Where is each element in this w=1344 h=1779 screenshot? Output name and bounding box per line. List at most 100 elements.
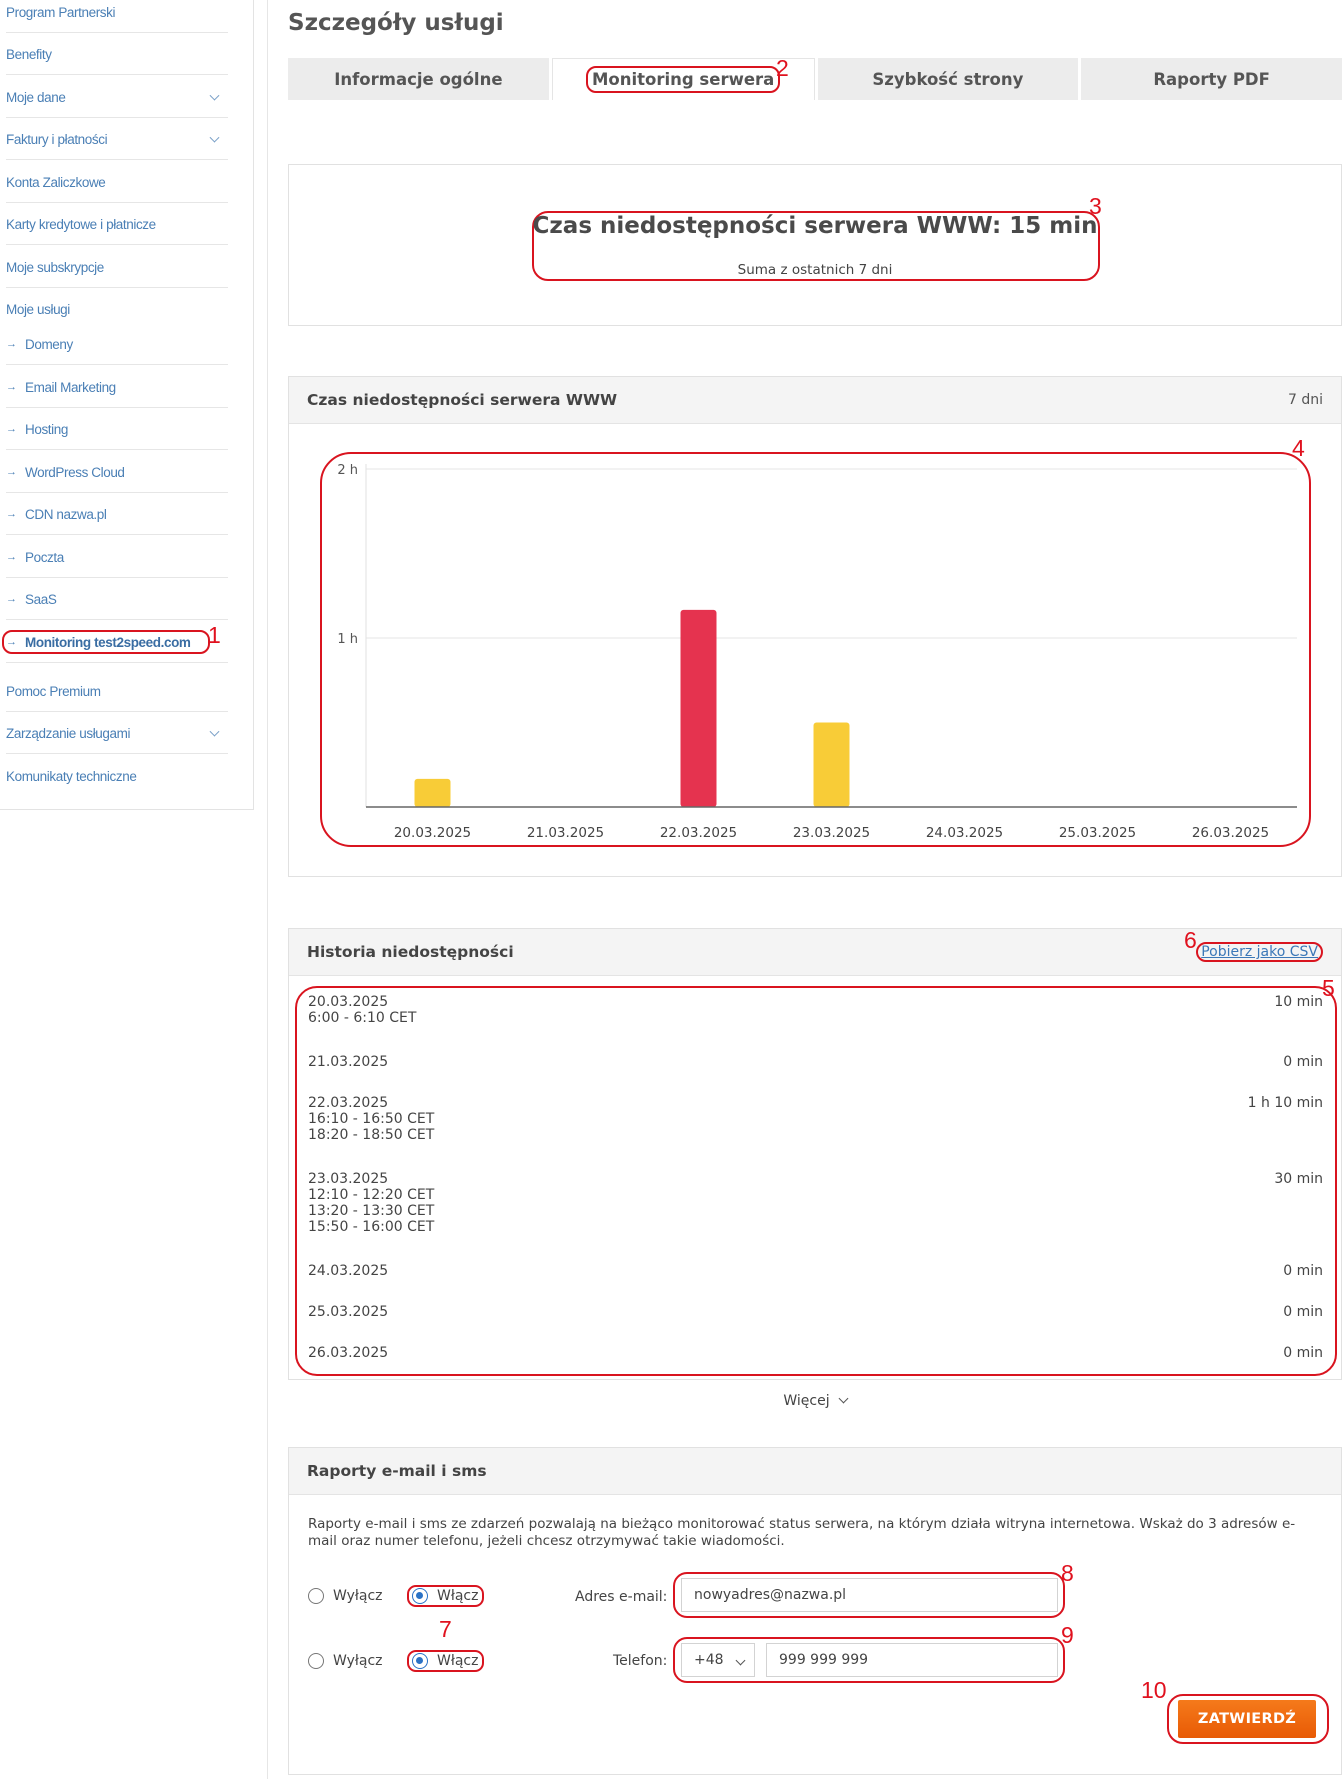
downtime-summary-subtitle: Suma z ostatnich 7 dni (737, 262, 893, 278)
history-period: 13:20 - 13:30 CET (308, 1203, 435, 1219)
chevron-down-icon (209, 132, 220, 143)
history-duration: 0 min (1283, 1054, 1323, 1070)
history-period: 6:00 - 6:10 CET (308, 1010, 417, 1026)
bar (813, 722, 850, 807)
history-date: 25.03.2025 (308, 1304, 389, 1320)
reports-title: Raporty e-mail i sms (307, 1462, 487, 1480)
sidebar-item-email-marketing[interactable]: → Email Marketing (6, 366, 228, 408)
reports-card: Raporty e-mail i sms Raporty e-mail i sm… (288, 1447, 1342, 1775)
page-title: Szczegóły usługi (288, 10, 504, 36)
annotation-marker: 3 (1089, 193, 1102, 219)
more-label: Więcej (783, 1393, 830, 1409)
annotation-marker: 5 (1322, 975, 1335, 1001)
sidebar-item-label: Moje usługi (6, 301, 70, 317)
sidebar-item-program-partnerski[interactable]: Program Partnerski (6, 0, 228, 33)
sidebar-item-hosting[interactable]: → Hosting (6, 408, 228, 450)
phone-field[interactable]: 999 999 999 (766, 1643, 1058, 1677)
annotation-marker: 1 (208, 622, 221, 648)
radio-selected-icon (412, 1653, 428, 1669)
tab-label: Informacje ogólne (334, 69, 503, 89)
history-row: 25.03.2025 0 min (308, 1304, 1323, 1320)
annotation-marker: 10 (1141, 1677, 1167, 1703)
tab-informacje-ogolne[interactable]: Informacje ogólne (288, 58, 549, 100)
tab-label: Monitoring serwera (585, 66, 781, 93)
y-tick-label: 2 h (337, 463, 358, 478)
more-button[interactable]: Więcej (288, 1393, 1342, 1409)
history-period: 15:50 - 16:00 CET (308, 1219, 435, 1235)
sidebar-item-domeny[interactable]: → Domeny (6, 323, 228, 365)
history-row: 21.03.2025 0 min (308, 1054, 1323, 1070)
history-row: 23.03.2025 12:10 - 12:20 CET 13:20 - 13:… (308, 1171, 1323, 1235)
sidebar-item-karty[interactable]: Karty kredytowe i płatnicze (6, 203, 228, 245)
chevron-down-icon (838, 1393, 849, 1404)
history-period: 16:10 - 16:50 CET (308, 1111, 435, 1127)
x-tick-label: 20.03.2025 (394, 825, 471, 841)
sidebar-item-label: Benefity (6, 46, 52, 62)
history-row: 26.03.2025 0 min (308, 1345, 1323, 1361)
chevron-down-icon (735, 1655, 746, 1666)
history-date: 24.03.2025 (308, 1263, 389, 1279)
x-tick-label: 22.03.2025 (660, 825, 737, 841)
sidebar-item-pomoc-premium[interactable]: Pomoc Premium (6, 670, 228, 712)
annotation-marker: 8 (1061, 1560, 1074, 1586)
sidebar-item-faktury[interactable]: Faktury i płatności (6, 118, 228, 160)
downtime-summary: Czas niedostępności serwera WWW: 15 min … (288, 164, 1342, 326)
email-on-radio[interactable]: Włącz (407, 1585, 485, 1607)
history-date: 26.03.2025 (308, 1345, 389, 1361)
sidebar-item-saas[interactable]: → SaaS (6, 578, 228, 620)
tab-szybkosc-strony[interactable]: Szybkość strony (817, 58, 1079, 100)
sidebar-item-konta-zaliczkowe[interactable]: Konta Zaliczkowe (6, 161, 228, 203)
sidebar-item-benefity[interactable]: Benefity (6, 33, 228, 75)
radio-icon (308, 1653, 324, 1669)
bar (680, 609, 717, 807)
sidebar-item-label: WordPress Cloud (25, 464, 125, 480)
history-duration: 30 min (1274, 1171, 1323, 1187)
history-row: 20.03.2025 6:00 - 6:10 CET 10 min (308, 994, 1323, 1026)
history-date: 23.03.2025 (308, 1171, 389, 1187)
downtime-summary-title: Czas niedostępności serwera WWW: 15 min (532, 213, 1098, 239)
history-row: 24.03.2025 0 min (308, 1263, 1323, 1279)
submit-button[interactable]: ZATWIERDŹ (1178, 1700, 1316, 1738)
radio-label: Włącz (437, 1588, 479, 1604)
sidebar-item-subskrypcje[interactable]: Moje subskrypcje (6, 246, 228, 288)
arrow-right-icon: → (6, 508, 17, 520)
history-duration: 10 min (1274, 994, 1323, 1010)
downtime-chart: 1 h 2 h 20.03.2025 21.03.2025 22.03.2025 23.0… (320, 452, 1311, 847)
arrow-right-icon: → (6, 423, 17, 435)
download-csv-link[interactable]: Pobierz jako CSV (1196, 942, 1323, 962)
history-duration: 0 min (1283, 1345, 1323, 1361)
tab-label: Szybkość strony (872, 69, 1024, 89)
sidebar-item-label: Domeny (25, 336, 73, 352)
sidebar-item-moje-dane[interactable]: Moje dane (6, 76, 228, 118)
email-off-radio[interactable]: Wyłącz (308, 1588, 383, 1604)
email-field[interactable]: nowyadres@nazwa.pl (681, 1578, 1058, 1612)
country-code-value: +48 (694, 1652, 724, 1668)
history-row: 22.03.2025 16:10 - 16:50 CET 18:20 - 18:… (308, 1095, 1323, 1143)
tab-label: Raporty PDF (1153, 69, 1270, 89)
downtime-history-card: Historia niedostępności Pobierz jako CSV… (288, 928, 1342, 1380)
radio-selected-icon (412, 1588, 428, 1604)
sms-off-radio[interactable]: Wyłącz (308, 1653, 383, 1669)
sms-on-radio[interactable]: Włącz (407, 1650, 485, 1672)
phone-label: Telefon: (613, 1653, 668, 1669)
sidebar-item-poczta[interactable]: → Poczta (6, 536, 228, 578)
tab-raporty-pdf[interactable]: Raporty PDF (1081, 58, 1342, 100)
history-date: 21.03.2025 (308, 1054, 389, 1070)
sidebar-item-label: CDN nazwa.pl (25, 506, 107, 522)
chart-card-header: Czas niedostępności serwera WWW 7 dni (289, 377, 1341, 424)
sidebar-item-komunikaty[interactable]: Komunikaty techniczne (6, 755, 228, 797)
x-tick-label: 24.03.2025 (926, 825, 1003, 841)
sidebar-item-wordpress-cloud[interactable]: → WordPress Cloud (6, 451, 228, 493)
bar (414, 778, 451, 807)
chevron-down-icon (209, 90, 220, 101)
sidebar-item-label: Komunikaty techniczne (6, 768, 137, 784)
x-tick-label: 26.03.2025 (1192, 825, 1269, 841)
history-date: 22.03.2025 (308, 1095, 389, 1111)
history-duration: 1 h 10 min (1247, 1095, 1323, 1111)
arrow-right-icon: → (6, 381, 17, 393)
country-code-select[interactable]: +48 (681, 1643, 755, 1677)
sidebar-item-cdn[interactable]: → CDN nazwa.pl (6, 493, 228, 535)
sidebar-item-zarzadzanie[interactable]: Zarządzanie usługami (6, 712, 228, 754)
annotation-marker: 6 (1184, 927, 1197, 953)
sidebar-item-label: Moje dane (6, 89, 66, 105)
